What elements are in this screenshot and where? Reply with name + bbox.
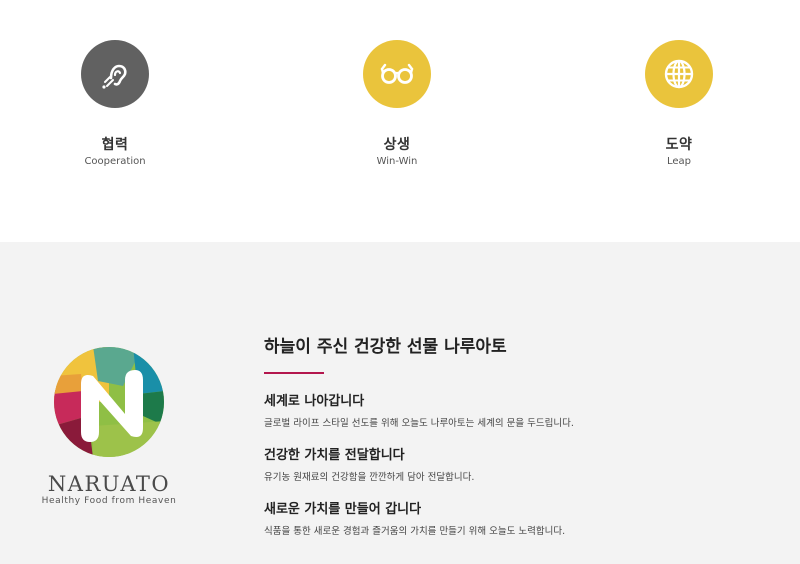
about-title: 하늘이 주신 건강한 선물 나루아토 [264,337,507,357]
title-divider [264,372,324,374]
about-item-heading: 세계로 나아갑니다 [264,394,365,409]
core-values-section: 협력 Cooperation 상생 Win-Win 도약 Leap [0,0,800,242]
value-leap: 도약 Leap [599,40,759,167]
about-item-description: 유기농 원재료의 건강함을 깐깐하게 담아 전달합니다. [264,472,475,483]
about-content: 하늘이 주신 건강한 선물 나루아토 세계로 나아갑니다 글로벌 라이프 스타일… [264,332,784,552]
value-title: 상생 [383,137,411,153]
about-item-heading: 새로운 가치를 만들어 갑니다 [264,502,422,517]
value-subtitle: Win-Win [376,156,418,167]
naruato-logo-mark [54,347,164,457]
about-item-description: 글로벌 라이프 스타일 선도를 위해 오늘도 나루아토는 세계의 문을 두드립니… [264,418,574,429]
glasses-icon [363,40,431,108]
value-title: 도약 [665,137,693,153]
brand-slogan: Healthy Food from Heaven [41,496,177,506]
about-item: 새로운 가치를 만들어 갑니다 식품을 통한 새로운 경험과 즐거움의 가치를 … [264,498,784,537]
brand-name: NARUATO [47,472,171,496]
about-item-heading: 건강한 가치를 전달합니다 [264,448,405,463]
about-item: 세계로 나아갑니다 글로벌 라이프 스타일 선도를 위해 오늘도 나루아토는 세… [264,390,784,429]
about-item-description: 식품을 통한 새로운 경험과 즐거움의 가치를 만들기 위해 오늘도 노력합니다… [264,526,566,537]
value-subtitle: Cooperation [84,156,146,167]
value-subtitle: Leap [666,156,692,167]
about-section: NARUATO Healthy Food from Heaven 하늘이 주신 … [0,242,800,564]
about-item: 건강한 가치를 전달합니다 유기농 원재료의 건강함을 깐깐하게 담아 전달합니… [264,444,784,483]
hearing-icon [81,40,149,108]
globe-icon [645,40,713,108]
value-win-win: 상생 Win-Win [317,40,477,167]
value-cooperation: 협력 Cooperation [35,40,195,167]
naruato-logo: NARUATO Healthy Food from Heaven [36,346,182,506]
value-title: 협력 [101,137,129,153]
